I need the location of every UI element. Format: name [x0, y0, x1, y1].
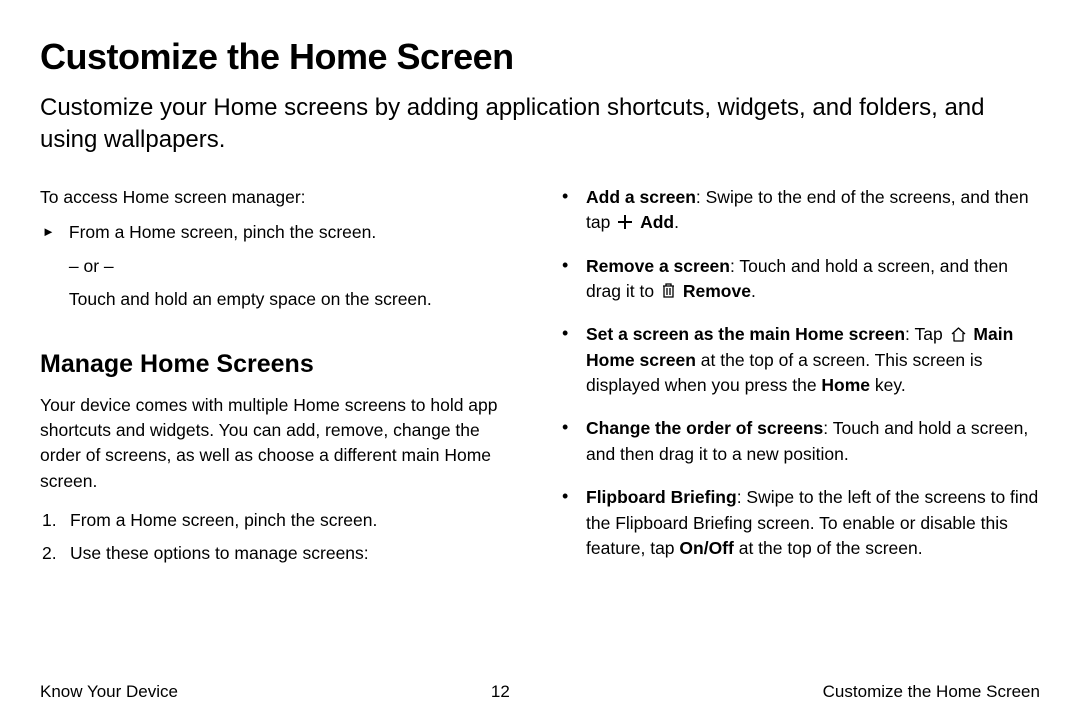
access-pinch-text: From a Home screen, pinch the screen. — [69, 220, 432, 245]
option-bold: Add — [640, 212, 674, 232]
step-text: Use these options to manage screens: — [70, 541, 369, 566]
footer-right: Customize the Home Screen — [823, 682, 1040, 702]
access-touch-text: Touch and hold an empty space on the scr… — [69, 287, 432, 312]
list-item: ► From a Home screen, pinch the screen. … — [42, 220, 518, 312]
trash-icon — [661, 282, 676, 299]
plus-icon — [617, 214, 633, 230]
list-item: Set a screen as the main Home screen: Ta… — [562, 322, 1040, 398]
manage-heading: Manage Home Screens — [40, 346, 518, 382]
access-list: ► From a Home screen, pinch the screen. … — [42, 220, 518, 312]
step-text: From a Home screen, pinch the screen. — [70, 508, 377, 533]
options-list: Add a screen: Swipe to the end of the sc… — [562, 185, 1040, 562]
home-icon — [950, 327, 967, 342]
option-text: at the top of the screen. — [734, 538, 923, 558]
option-title: Change the order of screens — [586, 418, 823, 438]
list-item: From a Home screen, pinch the screen. — [42, 508, 518, 533]
option-text: . — [751, 281, 756, 301]
option-bold: Home — [821, 375, 870, 395]
page-title: Customize the Home Screen — [40, 36, 1040, 78]
manage-steps: From a Home screen, pinch the screen. Us… — [42, 508, 518, 567]
list-item: Use these options to manage screens: — [42, 541, 518, 566]
footer-left: Know Your Device — [40, 682, 178, 702]
page-footer: Know Your Device 12 Customize the Home S… — [40, 682, 1040, 702]
option-text: . — [674, 212, 679, 232]
list-item: Flipboard Briefing: Swipe to the left of… — [562, 485, 1040, 561]
option-bold: On/Off — [679, 538, 733, 558]
option-title: Set a screen as the main Home screen — [586, 324, 905, 344]
option-title: Remove a screen — [586, 256, 730, 276]
left-column: To access Home screen manager: ► From a … — [40, 185, 518, 580]
option-title: Flipboard Briefing — [586, 487, 737, 507]
access-label: To access Home screen manager: — [40, 185, 518, 210]
or-separator: – or – — [69, 254, 432, 279]
option-title: Add a screen — [586, 187, 696, 207]
intro-paragraph: Customize your Home screens by adding ap… — [40, 92, 1040, 157]
list-item: Change the order of screens: Touch and h… — [562, 416, 1040, 467]
footer-page-number: 12 — [491, 682, 510, 702]
right-column: Add a screen: Swipe to the end of the sc… — [562, 185, 1040, 580]
list-item: Remove a screen: Touch and hold a screen… — [562, 254, 1040, 305]
option-bold: Remove — [683, 281, 751, 301]
option-text: key. — [870, 375, 906, 395]
option-text: : Tap — [905, 324, 948, 344]
triangle-marker-icon: ► — [42, 220, 55, 312]
manage-paragraph: Your device comes with multiple Home scr… — [40, 393, 518, 495]
two-column-layout: To access Home screen manager: ► From a … — [40, 185, 1040, 580]
list-item: Add a screen: Swipe to the end of the sc… — [562, 185, 1040, 236]
